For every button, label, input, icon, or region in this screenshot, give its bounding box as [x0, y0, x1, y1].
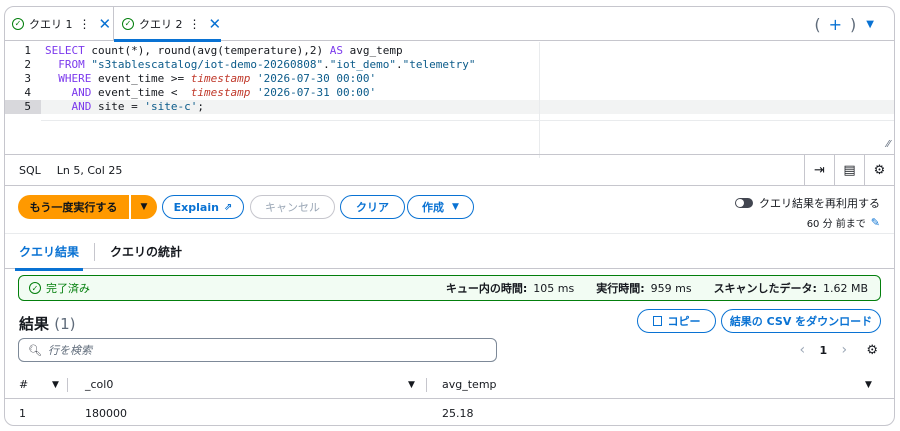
- cell-index: 1: [19, 407, 26, 420]
- column-separator: [67, 378, 68, 392]
- search-icon: 🔍︎: [28, 343, 42, 357]
- queue-time-value: 105 ms: [533, 281, 575, 295]
- tab-separator: [94, 243, 95, 261]
- prev-page-icon[interactable]: ‹: [792, 342, 812, 358]
- search-placeholder: 行を検索: [47, 344, 92, 357]
- editor-settings-gear-icon[interactable]: ⚙: [864, 155, 894, 185]
- column-header-index: #: [19, 378, 29, 391]
- query-tab-bar: ✓ クエリ 1 ⋮ ✕ ✓ クエリ 2 ⋮ ✕ ( + ) ▼: [5, 7, 894, 42]
- column-header-col0[interactable]: _col0: [85, 371, 113, 399]
- query-actions: もう一度実行する ▼ Explain ⇗ キャンセル クリア 作成 ▼ クエリ結…: [5, 189, 894, 235]
- reuse-age-label: 60 分 前まで: [806, 219, 866, 230]
- create-dropdown-button[interactable]: 作成 ▼: [407, 195, 474, 219]
- tab-query-2[interactable]: ✓ クエリ 2 ⋮ ✕: [113, 7, 222, 42]
- exec-time-value: 959 ms: [650, 281, 692, 295]
- cancel-button[interactable]: キャンセル: [250, 195, 335, 219]
- keyboard-shortcuts-icon[interactable]: ▤: [834, 155, 864, 185]
- code-line: AND site = 'site-c';: [71, 100, 204, 113]
- query-stats: キュー内の時間: 105 ms 実行時間: 959 ms スキャンしたデータ: …: [446, 276, 868, 300]
- results-title: 結果 (1): [19, 313, 76, 334]
- add-tab-icon[interactable]: +: [829, 15, 842, 34]
- queue-time-label: キュー内の時間:: [445, 282, 528, 295]
- sort-icon[interactable]: ▼: [52, 371, 59, 399]
- table-row: 1 180000 25.18: [5, 399, 894, 425]
- results-table-header: # ▼ _col0 ▼ avg_temp ▼: [5, 371, 894, 399]
- sort-icon[interactable]: ▼: [865, 371, 872, 399]
- success-check-icon: ✓: [12, 18, 24, 30]
- close-tab-icon[interactable]: ✕: [209, 15, 222, 33]
- line-number: 5: [5, 100, 41, 114]
- run-again-button[interactable]: もう一度実行する: [18, 195, 129, 219]
- sql-editor[interactable]: 1 2 3 4 5 SELECT count(*), round(avg(tem…: [5, 42, 894, 158]
- data-scanned-value: 1.62 MB: [822, 281, 868, 295]
- tab-menu-icon[interactable]: ⋮: [79, 17, 91, 31]
- code-line: SELECT count(*), round(avg(temperature),…: [45, 44, 403, 57]
- data-scanned-label: スキャンしたデータ:: [713, 282, 817, 295]
- success-check-icon: ✓: [122, 18, 134, 30]
- row-search-input[interactable]: 🔍︎ 行を検索: [18, 338, 497, 362]
- completion-banner: ✓ 完了済み キュー内の時間: 105 ms 実行時間: 959 ms スキャン…: [18, 275, 881, 301]
- tab-query-stats[interactable]: クエリの統計: [110, 234, 182, 270]
- results-count: (1): [54, 315, 76, 333]
- tab-menu-icon[interactable]: ⋮: [189, 17, 201, 31]
- bracket-left: (: [814, 14, 821, 34]
- query-editor-panel: ✓ クエリ 1 ⋮ ✕ ✓ クエリ 2 ⋮ ✕ ( + ) ▼ 1 2 3 4 …: [4, 6, 895, 426]
- current-page[interactable]: 1: [812, 344, 834, 357]
- tab-controls: ( + ) ▼: [814, 14, 874, 34]
- tab-query-results[interactable]: クエリ結果: [14, 234, 84, 271]
- column-header-avg-temp[interactable]: avg_temp: [442, 371, 497, 399]
- success-check-icon: ✓: [29, 282, 41, 294]
- edit-pencil-icon[interactable]: ✎: [871, 216, 880, 229]
- reuse-results-control: クエリ結果を再利用する 60 分 前まで ✎: [735, 195, 880, 230]
- next-page-icon[interactable]: ›: [834, 342, 854, 358]
- resize-handle-icon[interactable]: ⁄⁄: [887, 139, 890, 150]
- external-link-icon: ⇗: [223, 201, 233, 213]
- tabs-menu-caret-icon[interactable]: ▼: [866, 19, 874, 30]
- cell-col0: 180000: [85, 407, 127, 420]
- tab-label: クエリ 2: [139, 18, 183, 31]
- column-separator: [426, 378, 427, 392]
- copy-label: コピー: [667, 315, 701, 328]
- editor-ruler: [539, 42, 540, 158]
- tab-query-1[interactable]: ✓ クエリ 1 ⋮ ✕: [12, 7, 111, 41]
- editor-divider: [41, 120, 894, 121]
- line-number: 2: [24, 58, 31, 71]
- code-line: AND event_time < timestamp '2026-07-31 0…: [71, 86, 377, 99]
- status-text: 完了済み: [46, 282, 90, 295]
- cell-avg-temp: 25.18: [442, 407, 474, 420]
- cursor-position: Ln 5, Col 25: [56, 163, 123, 177]
- exec-time-label: 実行時間:: [596, 282, 645, 295]
- reuse-results-toggle[interactable]: [735, 198, 753, 208]
- close-tab-icon[interactable]: ✕: [99, 15, 112, 33]
- clear-button[interactable]: クリア: [340, 195, 405, 219]
- copy-button[interactable]: コピー: [637, 309, 716, 333]
- explain-button[interactable]: Explain ⇗: [162, 195, 244, 219]
- line-number: 3: [24, 72, 31, 85]
- table-settings-gear-icon[interactable]: ⚙: [866, 343, 878, 358]
- run-options-dropdown-icon[interactable]: ▼: [131, 195, 157, 219]
- create-label: 作成: [422, 201, 445, 214]
- format-query-icon[interactable]: ⇥: [804, 155, 834, 185]
- results-heading: 結果: [19, 315, 50, 333]
- result-tabs: クエリ結果 クエリの統計: [5, 233, 894, 271]
- code-line: WHERE event_time >= timestamp '2026-07-3…: [58, 72, 377, 85]
- bracket-right: ): [850, 14, 857, 34]
- download-csv-button[interactable]: 結果の CSV をダウンロード: [721, 309, 881, 333]
- tab-label: クエリ 1: [29, 18, 73, 31]
- editor-status-bar: SQL Ln 5, Col 25 ⇥ ▤ ⚙: [5, 154, 894, 186]
- sort-icon[interactable]: ▼: [408, 371, 415, 399]
- copy-icon: [652, 316, 662, 326]
- language-label: SQL: [19, 163, 41, 177]
- line-number: 4: [24, 86, 31, 99]
- pagination: ‹ 1 › ⚙: [792, 338, 878, 362]
- line-number: 1: [24, 44, 31, 57]
- reuse-results-label: クエリ結果を再利用する: [759, 197, 880, 210]
- code-line: FROM "s3tablescatalog/iot-demo-20260808"…: [58, 58, 476, 71]
- chevron-down-icon: ▼: [452, 202, 459, 212]
- line-number-gutter: 1 2 3 4 5: [5, 42, 41, 152]
- explain-label: Explain: [173, 200, 219, 214]
